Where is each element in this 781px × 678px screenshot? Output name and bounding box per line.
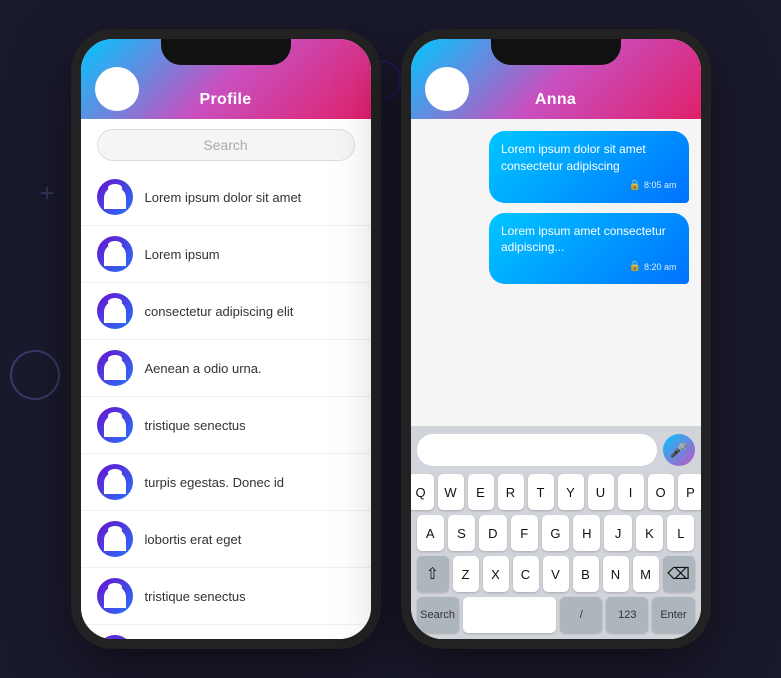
- key-L[interactable]: L: [667, 515, 694, 551]
- message-text: Lorem ipsum amet consectetur adipiscing.…: [501, 224, 666, 255]
- keyboard: QWERTYUIOP ASDFGHJKL ⇧ ZXCVBNM⌫ Search /…: [417, 474, 695, 633]
- key-N[interactable]: N: [603, 556, 629, 592]
- input-row: 🎤: [417, 434, 695, 466]
- key-J[interactable]: J: [604, 515, 631, 551]
- contact-list: Lorem ipsum dolor sit amet Lorem ipsum c…: [81, 169, 371, 639]
- mic-icon: 🎤: [670, 442, 687, 459]
- contact-item[interactable]: tristique senectus: [81, 568, 371, 625]
- key-P[interactable]: P: [678, 474, 704, 510]
- message-bubble: Lorem ipsum dolor sit amet consectetur a…: [489, 131, 689, 203]
- message-bubble: Lorem ipsum amet consectetur adipiscing.…: [489, 213, 689, 285]
- phone1-title: Profile: [200, 91, 252, 109]
- key-E[interactable]: E: [468, 474, 494, 510]
- slash-key[interactable]: /: [560, 597, 602, 633]
- contact-avatar: [97, 521, 133, 557]
- contact-item[interactable]: Lorem ipsum: [81, 226, 371, 283]
- contact-item[interactable]: Aenean a odio urna.: [81, 625, 371, 639]
- header-avatar-2: [425, 67, 469, 111]
- key-row-2: ASDFGHJKL: [417, 515, 695, 551]
- space-key[interactable]: [463, 597, 557, 633]
- key-G[interactable]: G: [542, 515, 569, 551]
- contact-name: tristique senectus: [145, 418, 246, 433]
- phone-profile: Profile Search Lorem ipsum dolor sit ame…: [71, 29, 381, 649]
- lock-icon: 🔒: [629, 260, 641, 274]
- deco-circle: [10, 350, 60, 400]
- message-text: Lorem ipsum dolor sit amet consectetur a…: [501, 142, 646, 173]
- contact-name: consectetur adipiscing elit: [145, 304, 294, 319]
- enter-key[interactable]: Enter: [652, 597, 694, 633]
- numbers-key[interactable]: 123: [606, 597, 648, 633]
- key-S[interactable]: S: [448, 515, 475, 551]
- search-bar-container: Search: [81, 119, 371, 169]
- key-row-3: ⇧ ZXCVBNM⌫: [417, 556, 695, 592]
- phones-container: Profile Search Lorem ipsum dolor sit ame…: [71, 29, 711, 649]
- key-H[interactable]: H: [573, 515, 600, 551]
- contact-avatar: [97, 236, 133, 272]
- key-row-1: QWERTYUIOP: [417, 474, 695, 510]
- contact-avatar: [97, 407, 133, 443]
- key-Q[interactable]: Q: [408, 474, 434, 510]
- contact-item[interactable]: consectetur adipiscing elit: [81, 283, 371, 340]
- key-R[interactable]: R: [498, 474, 524, 510]
- contact-avatar: [97, 578, 133, 614]
- phone-chat: Anna Lorem ipsum dolor sit amet consecte…: [401, 29, 711, 649]
- key-U[interactable]: U: [588, 474, 614, 510]
- contact-item[interactable]: turpis egestas. Donec id: [81, 454, 371, 511]
- contact-avatar: [97, 350, 133, 386]
- notch-2: [491, 39, 621, 65]
- nav-dot-3-active[interactable]: [202, 644, 248, 649]
- key-Y[interactable]: Y: [558, 474, 584, 510]
- contact-avatar: [97, 293, 133, 329]
- key-row-bottom: Search / 123 Enter: [417, 597, 695, 633]
- lock-icon: 🔒: [629, 179, 641, 193]
- mic-button[interactable]: 🎤: [663, 434, 695, 466]
- message-timestamp: 8:20 am: [644, 261, 677, 274]
- bottom-nav: [81, 639, 371, 649]
- contact-avatar: [97, 635, 133, 639]
- search-key[interactable]: Search: [417, 597, 459, 633]
- shift-key[interactable]: ⇧: [417, 556, 449, 592]
- contact-name: turpis egestas. Donec id: [145, 475, 284, 490]
- key-K[interactable]: K: [636, 515, 663, 551]
- phone2-title: Anna: [535, 91, 576, 109]
- contact-name: lobortis erat eget: [145, 532, 242, 547]
- notch-1: [161, 39, 291, 65]
- key-C[interactable]: C: [513, 556, 539, 592]
- contact-item[interactable]: lobortis erat eget: [81, 511, 371, 568]
- message-time: 🔒 8:05 am: [501, 179, 677, 193]
- chat-body: Lorem ipsum dolor sit amet consectetur a…: [411, 119, 701, 639]
- key-D[interactable]: D: [479, 515, 506, 551]
- contact-name: Aenean a odio urna.: [145, 361, 262, 376]
- message-time: 🔒 8:20 am: [501, 260, 677, 274]
- contact-name: Lorem ipsum dolor sit amet: [145, 190, 302, 205]
- header-avatar-1: [95, 67, 139, 111]
- contact-item[interactable]: tristique senectus: [81, 397, 371, 454]
- contact-name: Lorem ipsum: [145, 247, 220, 262]
- key-X[interactable]: X: [483, 556, 509, 592]
- key-I[interactable]: I: [618, 474, 644, 510]
- key-B[interactable]: B: [573, 556, 599, 592]
- contact-name: tristique senectus: [145, 589, 246, 604]
- contact-avatar: [97, 464, 133, 500]
- key-W[interactable]: W: [438, 474, 464, 510]
- deco-plus-icon: +: [40, 180, 54, 208]
- search-placeholder: Search: [203, 137, 247, 153]
- key-O[interactable]: O: [648, 474, 674, 510]
- keyboard-area: 🎤 QWERTYUIOP ASDFGHJKL ⇧ ZXCVBNM⌫: [411, 426, 701, 639]
- message-input[interactable]: [417, 434, 657, 466]
- chat-messages: Lorem ipsum dolor sit amet consectetur a…: [411, 119, 701, 426]
- key-T[interactable]: T: [528, 474, 554, 510]
- key-M[interactable]: M: [633, 556, 659, 592]
- message-timestamp: 8:05 am: [644, 179, 677, 192]
- phone1-body: Search Lorem ipsum dolor sit amet Lorem …: [81, 119, 371, 639]
- key-V[interactable]: V: [543, 556, 569, 592]
- contact-avatar: [97, 179, 133, 215]
- key-F[interactable]: F: [511, 515, 538, 551]
- key-Z[interactable]: Z: [453, 556, 479, 592]
- search-bar[interactable]: Search: [97, 129, 355, 161]
- contact-item[interactable]: Aenean a odio urna.: [81, 340, 371, 397]
- contact-item[interactable]: Lorem ipsum dolor sit amet: [81, 169, 371, 226]
- backspace-key[interactable]: ⌫: [663, 556, 695, 592]
- key-A[interactable]: A: [417, 515, 444, 551]
